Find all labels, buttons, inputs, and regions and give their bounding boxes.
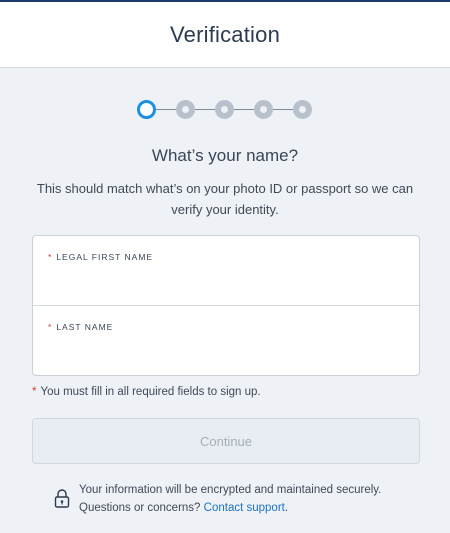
last-name-input[interactable]: [48, 338, 404, 368]
step-4-indicator: [254, 99, 273, 119]
required-marker: *: [48, 252, 53, 262]
page-title: Verification: [169, 21, 280, 47]
name-form: * LEGAL FIRST NAME * LAST NAME: [32, 235, 420, 376]
security-note: Your information will be encrypted and m…: [79, 481, 419, 517]
security-line-2: Questions or concerns? Contact support.: [79, 499, 419, 517]
security-line-1: Your information will be encrypted and m…: [79, 484, 382, 496]
step-2-indicator: [176, 99, 195, 119]
step-connector: [195, 108, 215, 110]
first-name-label-text: LEGAL FIRST NAME: [56, 252, 154, 262]
step-1-indicator: [137, 99, 156, 119]
contact-support-link[interactable]: Contact support: [204, 502, 285, 514]
continue-button[interactable]: Continue: [32, 418, 420, 464]
step-connector: [273, 108, 293, 110]
step-5-indicator: [293, 99, 312, 119]
last-name-label: * LAST NAME: [48, 322, 113, 332]
question-heading: What’s your name?: [151, 146, 299, 165]
required-fields-note: * You must fill in all required fields to…: [32, 386, 261, 398]
step-connector: [234, 108, 254, 110]
required-marker: *: [48, 322, 53, 332]
lock-icon: [54, 488, 70, 508]
required-note-text: You must fill in all required fields to …: [40, 386, 261, 398]
description-text: This should match what’s on your photo I…: [36, 181, 414, 217]
security-question-text: Questions or concerns?: [79, 502, 201, 514]
required-marker: *: [32, 386, 37, 398]
first-name-field[interactable]: * LEGAL FIRST NAME: [33, 236, 419, 306]
security-line-2-suffix: .: [284, 502, 289, 514]
header: Verification: [0, 2, 450, 68]
step-3-indicator: [215, 99, 234, 119]
first-name-input[interactable]: [48, 268, 404, 298]
step-connector: [156, 108, 176, 110]
first-name-label: * LEGAL FIRST NAME: [48, 252, 153, 262]
progress-stepper: [137, 98, 317, 120]
last-name-field[interactable]: * LAST NAME: [33, 306, 419, 376]
last-name-label-text: LAST NAME: [56, 322, 114, 332]
